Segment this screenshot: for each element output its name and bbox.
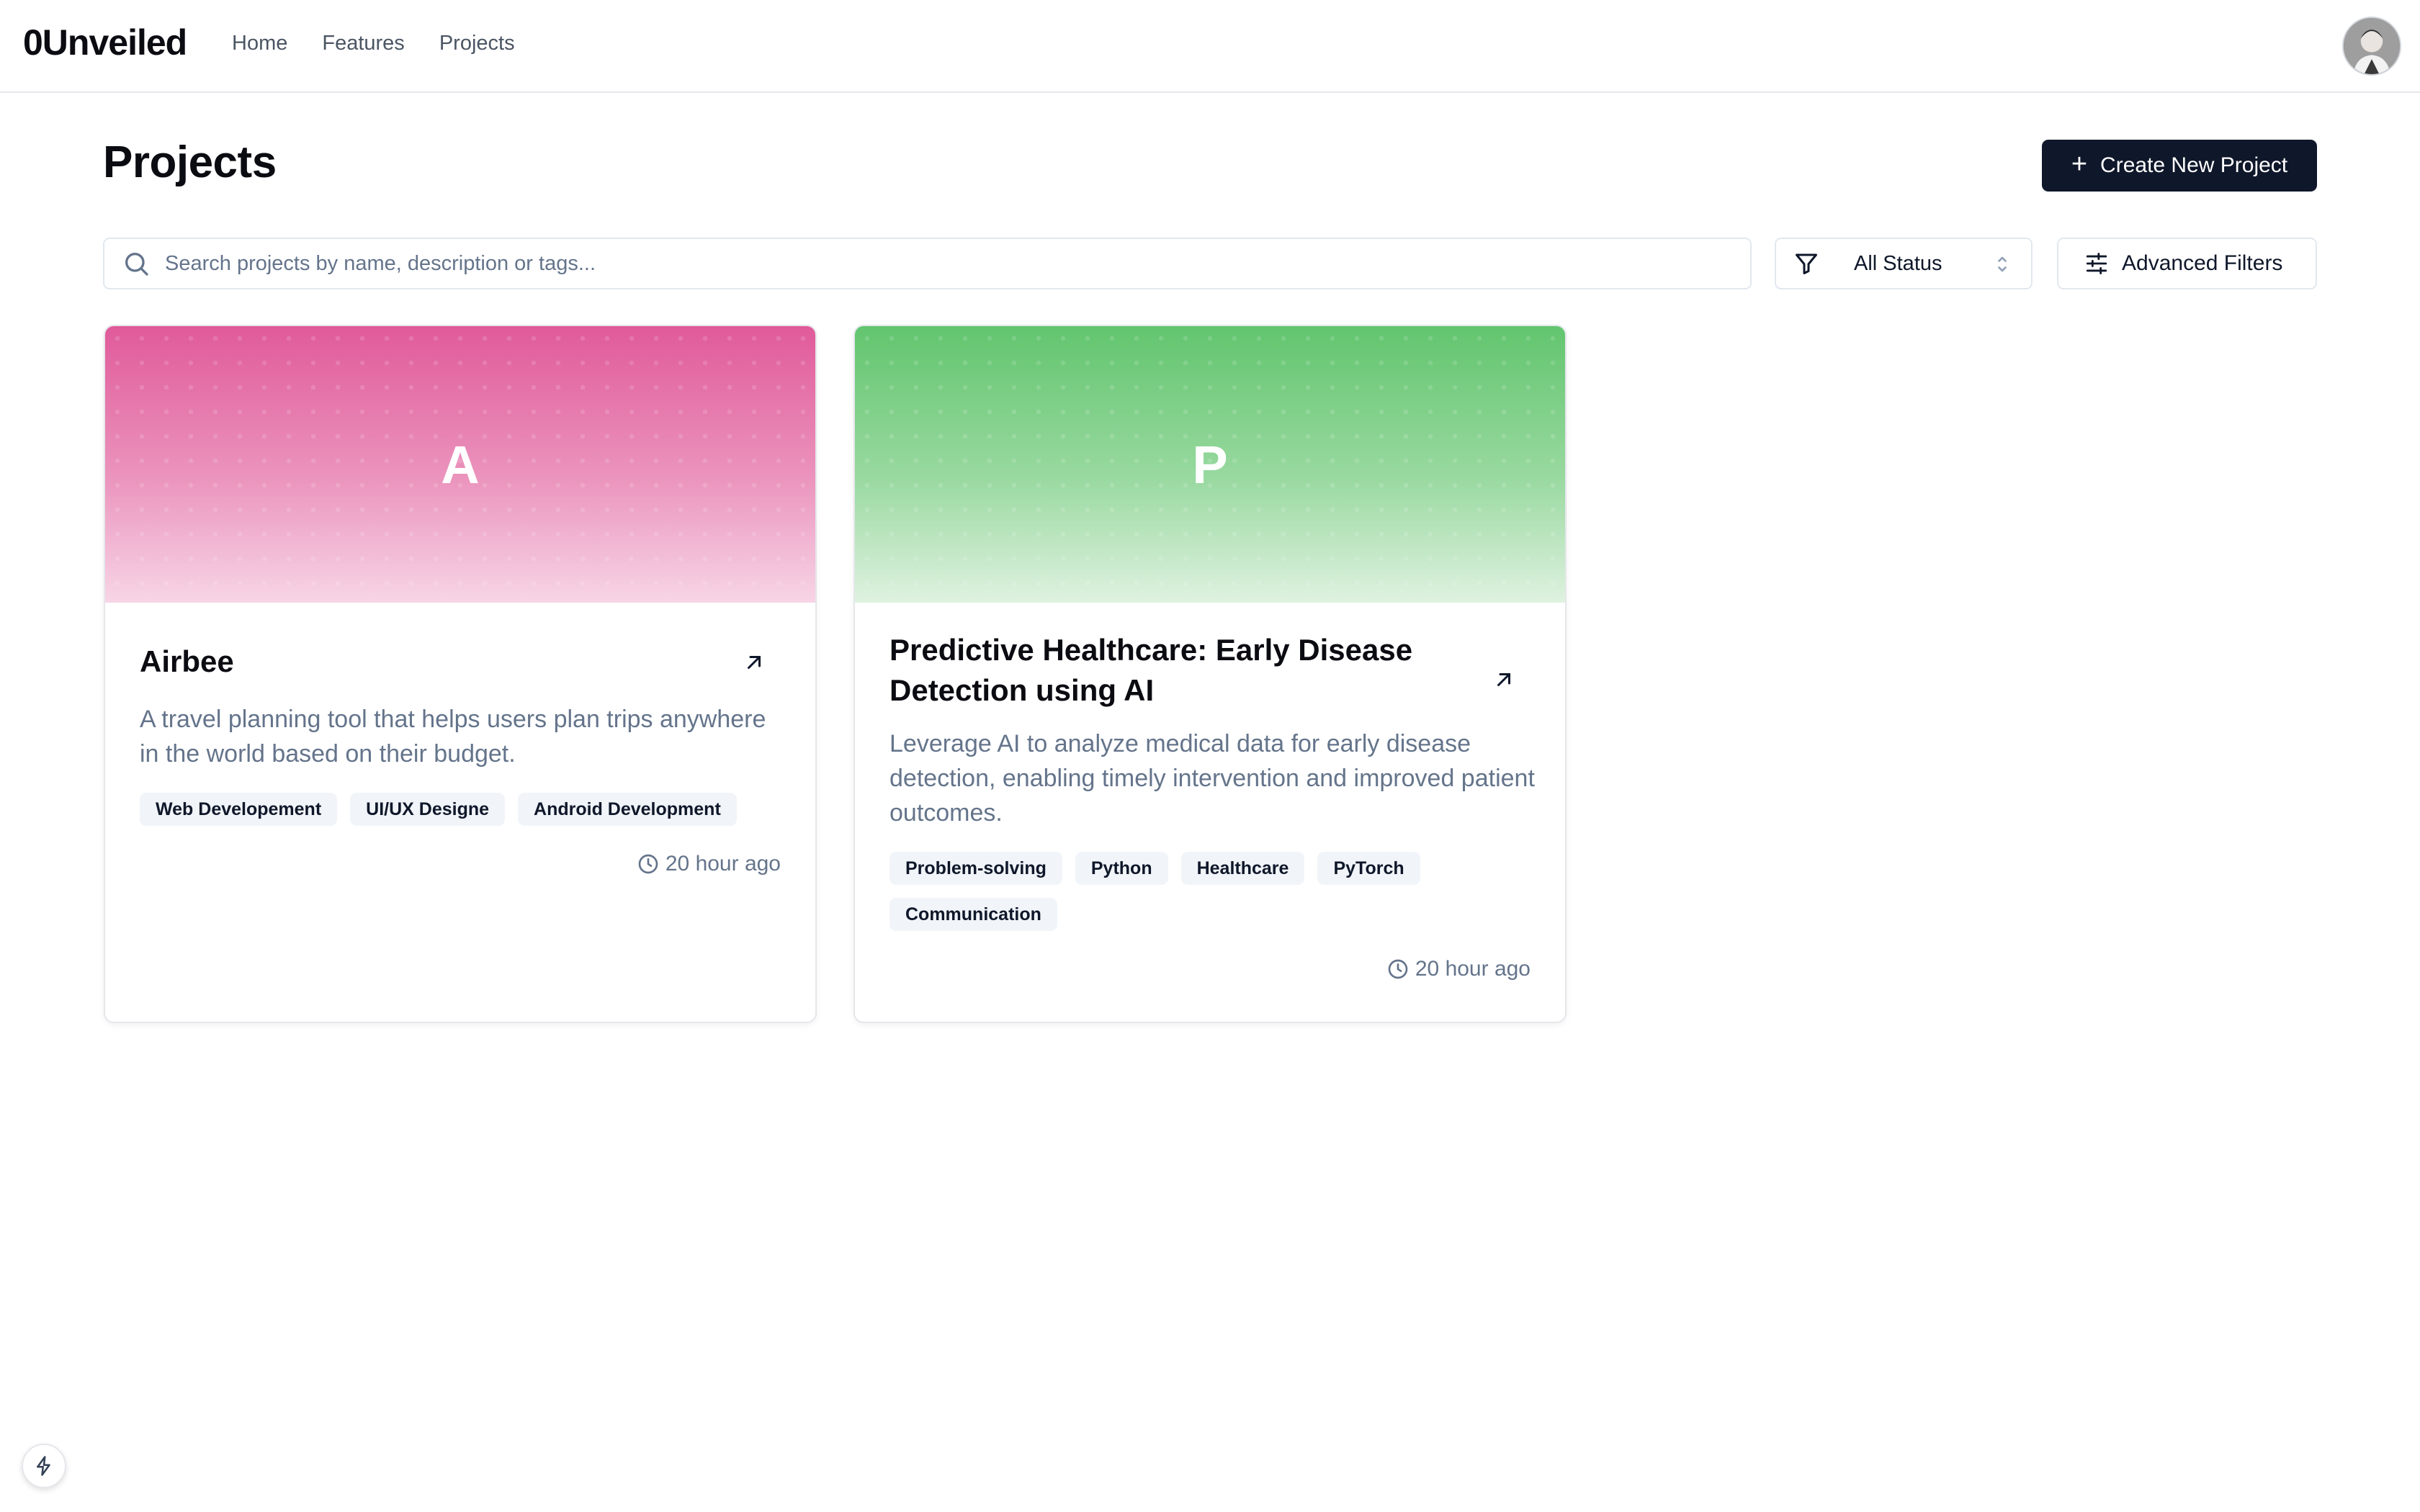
plus-icon: + (2071, 149, 2088, 179)
tag: Android Development (518, 793, 737, 826)
search-input[interactable] (165, 239, 1750, 288)
tag: PyTorch (1317, 852, 1420, 885)
app-logo[interactable]: 0Unveiled (23, 22, 187, 63)
project-card-body: Predictive Healthcare: Early Disease Det… (889, 603, 1535, 1022)
nav-link-home[interactable]: Home (232, 32, 287, 55)
project-initial: P (1192, 434, 1228, 495)
create-new-project-label: Create New Project (2100, 153, 2288, 177)
tag: Web Developement (140, 793, 338, 826)
page-title: Projects (103, 138, 277, 187)
tag: Problem-solving (889, 852, 1062, 885)
project-title: Airbee (140, 644, 234, 678)
project-time: 20 hour ago (665, 852, 781, 876)
tag: Communication (889, 898, 1057, 931)
top-navbar: 0Unveiled Home Features Projects (0, 0, 2420, 93)
project-tags: Problem-solving Python Healthcare PyTorc… (889, 852, 1531, 931)
advanced-filters-label: Advanced Filters (2122, 251, 2283, 275)
create-new-project-button[interactable]: + Create New Project (2042, 140, 2317, 192)
project-initial: A (441, 434, 480, 495)
tag: Python (1075, 852, 1168, 885)
project-updated: 20 hour ago (889, 957, 1531, 981)
dev-tools-button[interactable] (22, 1444, 66, 1488)
nav-link-features[interactable]: Features (322, 32, 404, 55)
project-cover: P (855, 326, 1565, 603)
project-description: Leverage AI to analyze medical data for … (889, 730, 1535, 827)
main-nav: Home Features Projects (232, 32, 515, 55)
advanced-filters-button[interactable]: Advanced Filters (2057, 238, 2317, 289)
chevron-up-down-icon (1998, 256, 2007, 272)
project-cover: A (105, 326, 815, 603)
filter-icon (1796, 253, 1817, 274)
project-description: A travel planning tool that helps users … (140, 706, 766, 768)
sliders-icon (2086, 253, 2107, 274)
project-card-body: Airbee A travel planning tool that helps… (140, 603, 781, 1022)
clock-icon (1388, 959, 1408, 979)
tag: UI/UX Designe (350, 793, 506, 826)
project-time: 20 hour ago (1415, 957, 1531, 981)
project-title: Predictive Healthcare: Early Disease Det… (889, 633, 1413, 707)
search-bar (103, 238, 1752, 289)
project-updated: 20 hour ago (140, 852, 781, 876)
lightning-icon (37, 1456, 50, 1476)
arrow-up-right-icon[interactable] (1493, 669, 1515, 690)
project-tags: Web Developement UI/UX Designe Android D… (140, 793, 781, 826)
avatar-image (2344, 18, 2400, 74)
status-select[interactable]: All Status (1775, 238, 2033, 289)
project-card[interactable]: A Airbee A travel planning tool that hel… (104, 325, 817, 1023)
user-avatar[interactable] (2342, 17, 2401, 76)
status-select-value: All Status (1854, 251, 1942, 275)
tag: Healthcare (1180, 852, 1305, 885)
project-card[interactable]: P Predictive Healthcare: Early Disease D… (853, 325, 1567, 1023)
clock-icon (638, 854, 658, 874)
arrow-up-right-icon[interactable] (743, 652, 765, 673)
nav-link-projects[interactable]: Projects (439, 32, 515, 55)
search-icon (125, 253, 148, 276)
